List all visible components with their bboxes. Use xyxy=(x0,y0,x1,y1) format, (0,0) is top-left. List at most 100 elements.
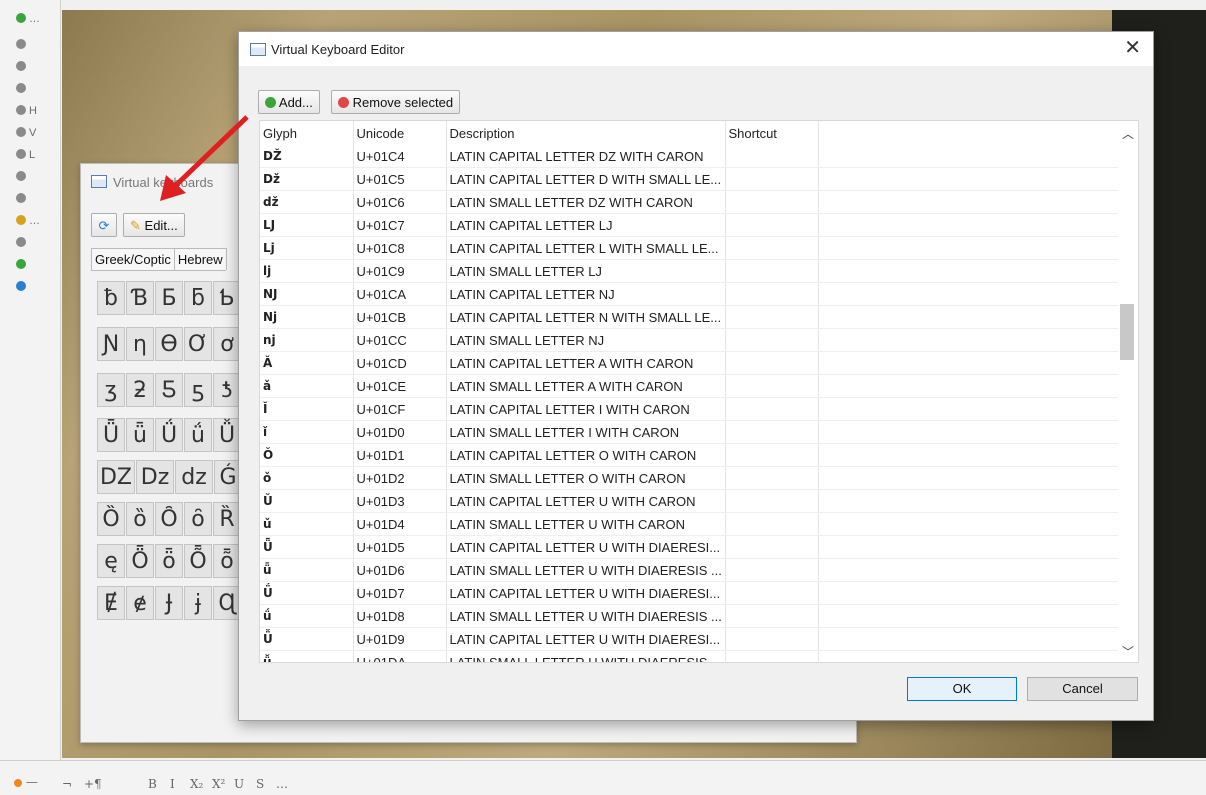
keyboard-key[interactable]: Ǖ xyxy=(97,418,125,452)
bottom-tool-7[interactable]: S xyxy=(256,777,264,791)
table-row[interactable]: Ǘ U+01D7 LATIN CAPITAL LETTER U WITH DIAER… xyxy=(260,581,1119,605)
cell-shortcut[interactable] xyxy=(725,627,819,651)
keyboard-key[interactable]: ơ xyxy=(213,327,241,361)
cancel-button[interactable]: Cancel xyxy=(1027,677,1138,701)
keyboard-key[interactable]: ƻ xyxy=(126,373,154,407)
keyboard-key[interactable]: ę xyxy=(97,544,125,578)
table-row[interactable]: Lj U+01C8 LATIN CAPITAL LETTER L WITH SMAL… xyxy=(260,236,1119,260)
insert-line-icon[interactable]: — xyxy=(14,775,38,789)
keyboard-key[interactable]: ƃ xyxy=(184,281,212,315)
vertical-scrollbar[interactable]: ︿ ﹀ xyxy=(1118,121,1138,662)
bottom-tool-3[interactable]: I xyxy=(170,777,175,791)
keyboard-key[interactable]: ǖ xyxy=(126,418,154,452)
cell-shortcut[interactable] xyxy=(725,512,819,536)
cell-shortcut[interactable] xyxy=(725,443,819,467)
keyboard-key[interactable]: Ɲ xyxy=(97,327,125,361)
left-tool-wrench[interactable] xyxy=(16,234,52,252)
tab-hebrew[interactable]: Hebrew xyxy=(173,248,227,270)
keyboard-key[interactable]: ƽ xyxy=(184,373,212,407)
table-row[interactable]: Ǖ U+01D5 LATIN CAPITAL LETTER U WITH DIAER… xyxy=(260,535,1119,559)
table-row[interactable]: ǖ U+01D6 LATIN SMALL LETTER U WITH DIAERES… xyxy=(260,558,1119,582)
keyboard-key[interactable]: ʒ xyxy=(97,373,125,407)
keyboard-key[interactable]: ȫ xyxy=(155,544,183,578)
left-tool-sort-a[interactable] xyxy=(16,58,52,76)
keyboard-key[interactable]: ɉ xyxy=(184,586,212,620)
cell-shortcut[interactable] xyxy=(725,213,819,237)
cell-shortcut[interactable] xyxy=(725,259,819,283)
table-row[interactable]: ǐ U+01D0 LATIN SMALL LETTER I WITH CARON xyxy=(260,420,1119,444)
cell-shortcut[interactable] xyxy=(725,581,819,605)
left-tool-link-l[interactable]: L xyxy=(16,146,52,164)
cell-shortcut[interactable] xyxy=(725,558,819,582)
table-row[interactable]: ǒ U+01D2 LATIN SMALL LETTER O WITH CARON xyxy=(260,466,1119,490)
cell-shortcut[interactable] xyxy=(725,328,819,352)
col-glyph[interactable]: Glyph xyxy=(260,121,354,145)
bottom-tool-1[interactable]: +¶ xyxy=(84,777,102,791)
keyboard-key[interactable]: Ơ xyxy=(184,327,212,361)
keyboard-key[interactable]: DZ xyxy=(97,460,135,494)
table-row[interactable]: DŽ U+01C4 LATIN CAPITAL LETTER DZ WITH CAR… xyxy=(260,145,1119,168)
table-row[interactable]: ǘ U+01D8 LATIN SMALL LETTER U WITH DIAERES… xyxy=(260,604,1119,628)
left-tool-help[interactable] xyxy=(16,278,52,296)
bottom-tool-6[interactable]: U xyxy=(234,777,244,791)
left-tool-sort-b[interactable] xyxy=(16,80,52,98)
bottom-tool-5[interactable]: X² xyxy=(212,777,225,791)
keyboard-key[interactable]: Ȍ xyxy=(97,502,125,536)
add-button[interactable]: Add... xyxy=(258,90,320,114)
table-row[interactable]: LJ U+01C7 LATIN CAPITAL LETTER LJ xyxy=(260,213,1119,237)
left-tool-edit-note[interactable]: … xyxy=(16,212,52,230)
keyboard-key[interactable]: ƞ xyxy=(126,327,154,361)
keyboard-key[interactable]: Ȭ xyxy=(184,544,212,578)
table-row[interactable]: NJ U+01CA LATIN CAPITAL LETTER NJ xyxy=(260,282,1119,306)
ok-button[interactable]: OK xyxy=(907,677,1017,701)
bottom-tool-0[interactable]: ¬ xyxy=(62,777,72,791)
keyboard-key[interactable]: Ǚ xyxy=(213,418,241,452)
keyboard-key[interactable]: ȏ xyxy=(184,502,212,536)
bottom-tool-2[interactable]: B xyxy=(148,777,157,791)
keyboard-key[interactable]: dz xyxy=(175,460,213,494)
keyboard-key[interactable]: ȭ xyxy=(213,544,241,578)
left-tool-grid[interactable] xyxy=(16,190,52,208)
keyboard-key[interactable]: ɇ xyxy=(126,586,154,620)
scroll-up-icon[interactable]: ︿ xyxy=(1118,125,1138,142)
keyboard-key[interactable]: Ǘ xyxy=(155,418,183,452)
keyboard-key[interactable]: Ɵ xyxy=(155,327,183,361)
keyboard-key[interactable]: Ɋ xyxy=(213,586,241,620)
cell-shortcut[interactable] xyxy=(725,397,819,421)
col-description[interactable]: Description xyxy=(446,121,726,145)
edit-button[interactable]: ✎ Edit... xyxy=(123,213,185,237)
cell-shortcut[interactable] xyxy=(725,420,819,444)
table-row[interactable]: nj U+01CC LATIN SMALL LETTER NJ xyxy=(260,328,1119,352)
left-tool-redo[interactable] xyxy=(16,256,52,274)
table-row[interactable]: Dž U+01C5 LATIN CAPITAL LETTER D WITH SMAL… xyxy=(260,167,1119,191)
keyboard-key[interactable]: ȍ xyxy=(126,502,154,536)
keyboard-key[interactable]: Ƃ xyxy=(155,281,183,315)
left-tool-add-circle[interactable]: … xyxy=(16,10,52,28)
keyboard-key[interactable]: ǘ xyxy=(184,418,212,452)
table-row[interactable]: Ǒ U+01D1 LATIN CAPITAL LETTER O WITH CARON xyxy=(260,443,1119,467)
keyboard-key[interactable]: Ɉ xyxy=(155,586,183,620)
cell-shortcut[interactable] xyxy=(725,535,819,559)
cell-shortcut[interactable] xyxy=(725,167,819,191)
keyboard-key[interactable]: Ɇ xyxy=(97,586,125,620)
close-icon[interactable]: ✕ xyxy=(1124,38,1141,58)
keyboard-key[interactable]: Ȏ xyxy=(155,502,183,536)
table-row[interactable]: Ǚ U+01D9 LATIN CAPITAL LETTER U WITH DIAER… xyxy=(260,627,1119,651)
left-tool-circle-arrow[interactable] xyxy=(16,36,52,54)
refresh-button[interactable]: ⟳ xyxy=(91,213,117,237)
keyboard-key[interactable]: Ƅ xyxy=(213,281,241,315)
cell-shortcut[interactable] xyxy=(725,351,819,375)
table-row[interactable]: ǎ U+01CE LATIN SMALL LETTER A WITH CARON xyxy=(260,374,1119,398)
cell-shortcut[interactable] xyxy=(725,236,819,260)
cell-shortcut[interactable] xyxy=(725,305,819,329)
left-tool-link-v[interactable]: V xyxy=(16,124,52,142)
keyboard-key[interactable]: Ȑ xyxy=(213,502,241,536)
cell-shortcut[interactable] xyxy=(725,604,819,628)
table-row[interactable]: ǚ U+01DA LATIN SMALL LETTER U WITH DIAERES… xyxy=(260,650,1119,662)
scroll-down-icon[interactable]: ﹀ xyxy=(1118,643,1138,660)
cell-shortcut[interactable] xyxy=(725,489,819,513)
keyboard-key[interactable]: ƾ xyxy=(213,373,241,407)
table-row[interactable]: Ǔ U+01D3 LATIN CAPITAL LETTER U WITH CARON xyxy=(260,489,1119,513)
col-shortcut[interactable]: Shortcut xyxy=(725,121,819,145)
cell-shortcut[interactable] xyxy=(725,650,819,662)
